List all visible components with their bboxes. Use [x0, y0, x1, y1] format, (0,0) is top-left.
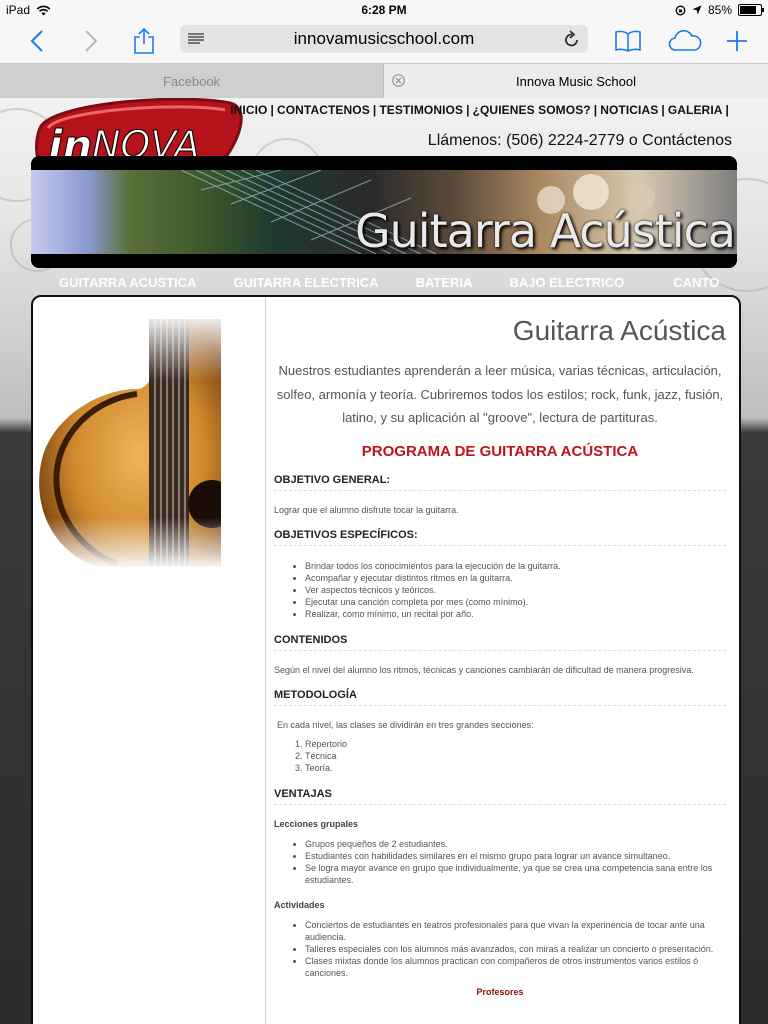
teachers-link[interactable]: Profesores [274, 987, 726, 997]
menu-canto[interactable]: CANTO [673, 275, 719, 290]
address-bar[interactable]: innovamusicschool.com [180, 25, 588, 53]
tab-label: Innova Music School [516, 73, 636, 89]
list-item: Estudiantes con habilidades similares en… [305, 850, 726, 862]
tab-facebook[interactable]: Facebook [0, 64, 384, 98]
back-button[interactable] [22, 24, 52, 58]
section-heading-methodology: METODOLOGÍA [274, 689, 726, 706]
intro-text: Nuestros estudiantes aprenderán a leer m… [276, 363, 724, 425]
chevron-right-icon [85, 30, 98, 52]
group-lessons-heading: Lecciones grupales [274, 818, 359, 829]
nav-noticias[interactable]: NOTICIAS [600, 103, 658, 117]
main-content: Guitarra Acústica Nuestros estudiantes a… [274, 297, 726, 997]
activities-list: Conciertos de estudiantes en teatros pro… [274, 919, 726, 979]
nav-quienes-somos[interactable]: ¿QUIENES SOMOS? [473, 103, 591, 117]
section-heading-advantages: VENTAJAS [274, 788, 726, 805]
list-item: Clases mixtas donde los alumnos practica… [305, 955, 726, 979]
contents-text: Según el nivel del alumno los ritmos, té… [274, 664, 694, 675]
list-item: Técnica [305, 750, 726, 762]
share-button[interactable] [128, 24, 160, 58]
section-heading-specific: OBJETIVOS ESPECÍFICOS: [274, 529, 726, 546]
general-objective-text: Lograr que el alumno disfrute tocar la g… [274, 504, 459, 515]
section-heading-contents: CONTENIDOS [274, 634, 726, 651]
tab-bar: Facebook Innova Music School [0, 63, 768, 99]
section-heading-general: OBJETIVO GENERAL: [274, 474, 726, 491]
new-tab-button[interactable] [722, 24, 752, 58]
rotation-lock-icon [675, 5, 686, 15]
list-item: Brindar todos los conocimientos para la … [305, 560, 726, 572]
share-icon [134, 27, 154, 54]
header-banner: Guitarra Acústica [31, 156, 737, 268]
program-title: PROGRAMA DE GUITARRA ACÚSTICA [361, 442, 639, 460]
nav-galeria[interactable]: GALERIA [668, 103, 723, 117]
cloud-icon [668, 30, 702, 51]
sidebar [33, 297, 266, 1024]
page-title: Guitarra Acústica [512, 315, 726, 346]
close-tab-icon[interactable] [392, 74, 405, 87]
menu-bateria[interactable]: BATERIA [416, 275, 473, 290]
list-item: Teoría. [305, 762, 726, 774]
menu-guitarra-electrica[interactable]: GUITARRA ELECTRICA [233, 275, 378, 290]
browser-toolbar: innovamusicschool.com [0, 20, 768, 63]
menu-bajo-electrico[interactable]: BAJO ELECTRICO [509, 275, 624, 290]
chevron-left-icon [30, 30, 43, 52]
forward-button[interactable] [76, 24, 106, 58]
list-item: Ejecutar una canción completa por mes (c… [305, 596, 726, 608]
activities-heading: Actividades [274, 899, 325, 910]
banner-title: Guitarra Acústica [355, 204, 736, 258]
battery-icon [738, 4, 764, 16]
menu-guitarra-acustica[interactable]: GUITARRA ACUSTICA [59, 275, 196, 290]
url-text: innovamusicschool.com [293, 29, 475, 48]
web-content: in NOVA music school INICIO|CONTACTENOS|… [0, 98, 768, 1024]
reload-icon[interactable] [564, 30, 580, 48]
clock: 6:28 PM [361, 3, 407, 17]
acoustic-guitar-image [37, 319, 221, 567]
phone-contact[interactable]: Llámenos: (506) 2224-2779 o Contáctenos [428, 132, 732, 150]
specific-objectives-list: Brindar todos los conocimientos para la … [274, 560, 726, 620]
instrument-menu: GUITARRA ACUSTICA GUITARRA ELECTRICA BAT… [31, 268, 737, 296]
location-icon [692, 5, 702, 15]
nav-inicio[interactable]: INICIO [230, 103, 267, 117]
status-bar: iPad 6:28 PM 85% [0, 0, 768, 20]
methodology-text: En cada nivel, las clases se dividirán e… [277, 719, 534, 730]
nav-contactenos[interactable]: CONTACTENOS [277, 103, 370, 117]
group-lessons-list: Grupos pequeños de 2 estudiantes. Estudi… [274, 838, 726, 886]
list-item: Realizar, como mínimo, un recital por añ… [305, 608, 726, 620]
nav-testimonios[interactable]: TESTIMONIOS [379, 103, 463, 117]
list-item: Conciertos de estudiantes en teatros pro… [305, 919, 726, 943]
tab-label: Facebook [162, 73, 221, 89]
list-item: Talleres especiales con los alumnos más … [305, 943, 726, 955]
reader-icon[interactable] [188, 33, 204, 45]
book-icon [615, 30, 641, 52]
content-card: Guitarra Acústica Nuestros estudiantes a… [31, 295, 741, 1024]
plus-icon [727, 31, 747, 51]
top-navigation: INICIO | CONTACTENOS | TESTIMONIOS | ¿QUIENES … [230, 103, 729, 117]
list-item: Ver aspectos técnicos y teóricos. [305, 584, 726, 596]
icloud-tabs-button[interactable] [666, 24, 704, 58]
tab-innova[interactable]: Innova Music School [384, 64, 768, 98]
list-item: Repertorio [305, 738, 726, 750]
list-item: Grupos pequeños de 2 estudiantes. [305, 838, 726, 850]
bookmarks-button[interactable] [612, 24, 644, 58]
battery-percent: 85% [707, 3, 732, 17]
list-item: Se logra mayor avance en grupo que indiv… [305, 862, 726, 886]
methodology-list: Repertorio Técnica Teoría. [274, 738, 726, 774]
list-item: Acompañar y ejecutar distintos ritmos en… [305, 572, 726, 584]
